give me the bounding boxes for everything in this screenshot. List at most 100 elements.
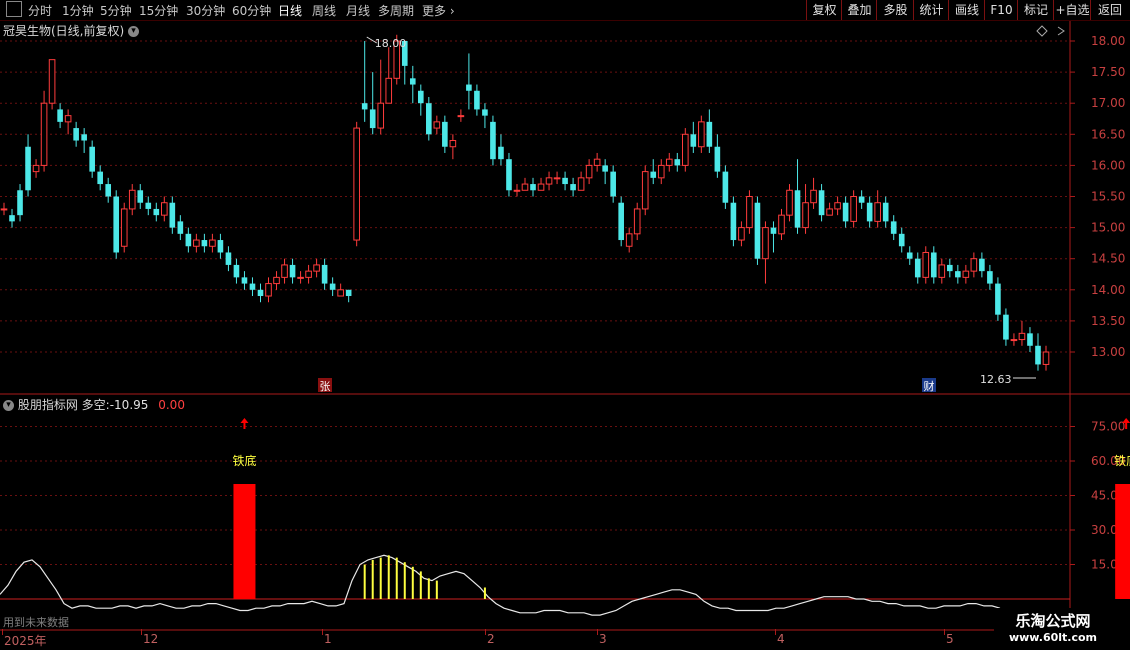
period-tab-5[interactable]: 60分钟 [232,2,271,19]
candle-body-down [610,171,616,197]
toolbar-button-2[interactable]: 多股 [876,0,914,20]
candle-body-down [618,202,624,241]
candle-body-up [1042,351,1050,365]
candle-body-down [17,190,23,216]
candle-body-down [97,171,103,185]
candle-body-up [297,276,304,279]
toolbar-button-1[interactable]: 叠加 [841,0,877,20]
candle-body-up [433,121,441,129]
candle-body-up [850,196,857,222]
period-tab-7[interactable]: 周线 [312,2,336,19]
date-label: 2 [487,632,495,646]
candle-body-down [329,283,336,290]
date-tick [944,629,945,635]
toolbar-button-8[interactable]: 返回 [1090,0,1129,20]
price-tick-label: 17.50 [1091,65,1125,79]
candle-body-down [177,221,184,234]
toolbar-button-7[interactable]: +自选 [1053,0,1091,20]
candle-body-down [225,252,232,265]
candle-body-down [794,190,801,228]
period-tab-0[interactable]: 分时 [28,2,52,19]
watermark-title: 乐淘公式网 [1015,612,1091,630]
date-tick [597,629,598,635]
toolbar-button-3[interactable]: 统计 [913,0,949,20]
candle-body-up [545,177,553,185]
candle-body-down [137,190,144,203]
date-tick [141,629,142,635]
candle-body-up [834,202,841,210]
candle-body-up [625,233,633,247]
signal-label: 铁底 [232,453,256,468]
candle-body-up [377,102,385,129]
chevron-right-icon [1057,26,1065,36]
date-tick [322,629,323,635]
price-tick-label: 15.00 [1091,221,1125,235]
indicator-title: ▾ 股朋指标网 多空:-10.95 0.00 [3,396,185,413]
candle-body-down [169,202,176,228]
indicator-value2: 0.00 [158,398,185,412]
period-tab-1[interactable]: 1分钟 [62,2,94,19]
period-tab-9[interactable]: 多周期 [378,2,414,19]
candle-body-down [321,264,328,284]
price-tick-label: 15.50 [1091,190,1125,204]
period-tab-3[interactable]: 15分钟 [139,2,178,19]
toolbar-button-6[interactable]: 标记 [1017,0,1054,20]
candle-body-up [64,115,72,123]
candle-body-down [25,146,31,191]
candle-body-down [482,109,488,116]
candle-body-up [810,189,817,204]
toolbar-button-4[interactable]: 画线 [948,0,985,20]
candle-body-up [0,208,8,211]
candle-body-down [930,252,937,278]
zhang-badge-label: 张 [320,380,331,393]
candle-body-down [257,289,264,297]
toolbar-button-5[interactable]: F10 [984,0,1018,20]
candle-body-down [906,252,913,259]
price-tick-label: 16.00 [1091,158,1125,172]
period-tab-10[interactable]: 更多 › [422,2,455,19]
period-tab-8[interactable]: 月线 [346,2,370,19]
candle-body-up [193,239,200,247]
candle-body-down [345,289,352,297]
candle-body-down [602,165,608,172]
candle-body-up [449,140,457,148]
candle-body-down [506,159,512,191]
candle-body-down [979,258,985,272]
chevron-down-icon[interactable]: ▾ [3,400,14,411]
candle-body-down [490,121,496,160]
candle-body-down [955,271,961,278]
candle-body-up [1010,339,1018,342]
candle-body-down [185,233,192,247]
signal-bar [1115,484,1130,599]
candle-body-down [361,103,368,110]
date-tick [485,629,486,635]
candle-body-up [337,289,344,297]
candle-body-up [962,270,970,278]
date-label: 12 [143,632,159,646]
candle-body-up [938,264,946,278]
period-tab-2[interactable]: 5分钟 [100,2,132,19]
future-data-note: 用到未来数据 [3,616,69,629]
candle-body-down [866,202,873,222]
candle-body-down [153,208,160,216]
toolbar-button-0[interactable]: 复权 [806,0,842,20]
menu-icon[interactable] [6,1,22,20]
period-toolbar: 分时 1分钟 5分钟 15分钟 30分钟 60分钟 日线 周线 月线 多周期 更多 › 复权 叠加 多股… [0,0,1130,21]
period-tab-4[interactable]: 30分钟 [186,2,225,19]
candle-body-up [385,77,393,104]
candle-body-down [498,146,504,160]
period-tab-6[interactable]: 日线 [278,2,302,19]
candle-body-up [32,164,40,173]
candle-body-up [209,239,216,247]
candle-body-up [633,208,641,235]
candle-body-up [521,183,529,191]
candle-body-down [842,202,849,222]
up-arrow-icon [240,418,249,429]
candle-body-up [826,208,833,216]
candle-body-up [577,177,585,191]
candle-body-down [241,277,248,284]
chevron-down-icon[interactable]: ▾ [128,26,140,37]
candle-body-up [120,208,128,247]
signal-bar [233,484,256,599]
kline-chart[interactable]: 18.00 17.50 17.00 16.50 16.00 15.50 15.00 14.50… [0,21,1130,631]
